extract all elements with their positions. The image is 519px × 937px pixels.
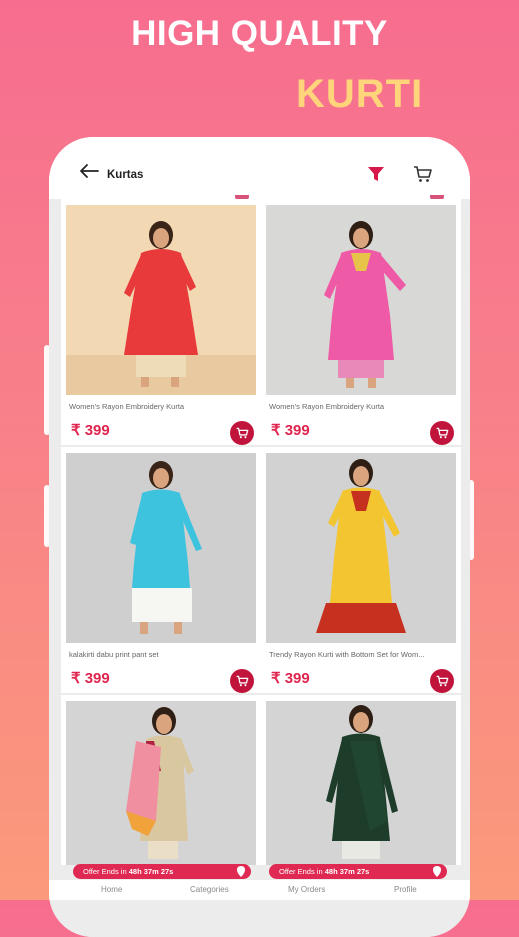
- product-card[interactable]: [261, 695, 461, 865]
- filter-icon[interactable]: [367, 165, 385, 183]
- cart-icon: [236, 427, 248, 439]
- product-card[interactable]: Women's Rayon Embroidery Kurta ₹ 399: [61, 199, 261, 445]
- product-name[interactable]: Women's Rayon Embroidery Kurta: [269, 402, 454, 411]
- product-card[interactable]: Trendy Rayon Kurti with Bottom Set for W…: [261, 447, 461, 693]
- product-price: ₹ 399: [271, 670, 310, 687]
- product-card[interactable]: kalakirti dabu print pant set ₹ 399: [61, 447, 261, 693]
- app-bar: Kurtas: [49, 137, 470, 199]
- offer-countdown-banner[interactable]: Offer Ends in 48h 37m 27s: [73, 864, 251, 879]
- cart-icon: [236, 675, 248, 687]
- back-arrow-icon[interactable]: [79, 163, 99, 179]
- product-image[interactable]: [66, 453, 256, 643]
- product-card[interactable]: Women's Rayon Embroidery Kurta ₹ 399: [261, 199, 461, 445]
- product-card[interactable]: [61, 695, 261, 865]
- product-price: ₹ 399: [271, 422, 310, 439]
- offer-countdown-banner[interactable]: Offer Ends in 48h 37m 27s: [269, 864, 447, 879]
- nav-profile[interactable]: Profile: [394, 885, 417, 894]
- cart-icon: [436, 675, 448, 687]
- product-name[interactable]: Trendy Rayon Kurti with Bottom Set for W…: [269, 650, 454, 659]
- add-to-cart-button[interactable]: [430, 421, 454, 445]
- offer-label: Offer Ends in: [279, 867, 323, 876]
- page-title: Kurtas: [107, 169, 144, 181]
- promo-headline-2: KURTI: [296, 72, 424, 116]
- product-name[interactable]: kalakirti dabu print pant set: [69, 650, 254, 659]
- nav-home[interactable]: Home: [101, 885, 122, 894]
- add-to-cart-button[interactable]: [230, 669, 254, 693]
- bottom-navigation: Home Categories My Orders Profile: [49, 880, 470, 900]
- product-image[interactable]: [266, 701, 456, 865]
- timer-icon: [433, 866, 441, 877]
- product-price: ₹ 399: [71, 670, 110, 687]
- add-to-cart-button[interactable]: [230, 421, 254, 445]
- add-to-cart-button[interactable]: [430, 669, 454, 693]
- offer-timer: 48h 37m 27s: [128, 867, 174, 876]
- nav-my-orders[interactable]: My Orders: [288, 885, 325, 894]
- promo-headline-1: HIGH QUALITY: [131, 14, 388, 53]
- offer-label: Offer Ends in: [83, 867, 127, 876]
- nav-categories[interactable]: Categories: [190, 885, 229, 894]
- timer-icon: [237, 866, 245, 877]
- product-image[interactable]: [66, 701, 256, 865]
- product-price: ₹ 399: [71, 422, 110, 439]
- product-name[interactable]: Women's Rayon Embroidery Kurta: [69, 402, 254, 411]
- phone-frame: Kurtas Women's Rayon Embroidery Kurta ₹ …: [49, 137, 470, 937]
- product-image[interactable]: [266, 205, 456, 395]
- product-grid: Women's Rayon Embroidery Kurta ₹ 399 Wom…: [49, 195, 470, 937]
- offer-timer: 48h 37m 27s: [324, 867, 370, 876]
- cart-icon: [436, 427, 448, 439]
- product-image[interactable]: [266, 453, 456, 643]
- product-image[interactable]: [66, 205, 256, 395]
- cart-icon[interactable]: [413, 165, 433, 183]
